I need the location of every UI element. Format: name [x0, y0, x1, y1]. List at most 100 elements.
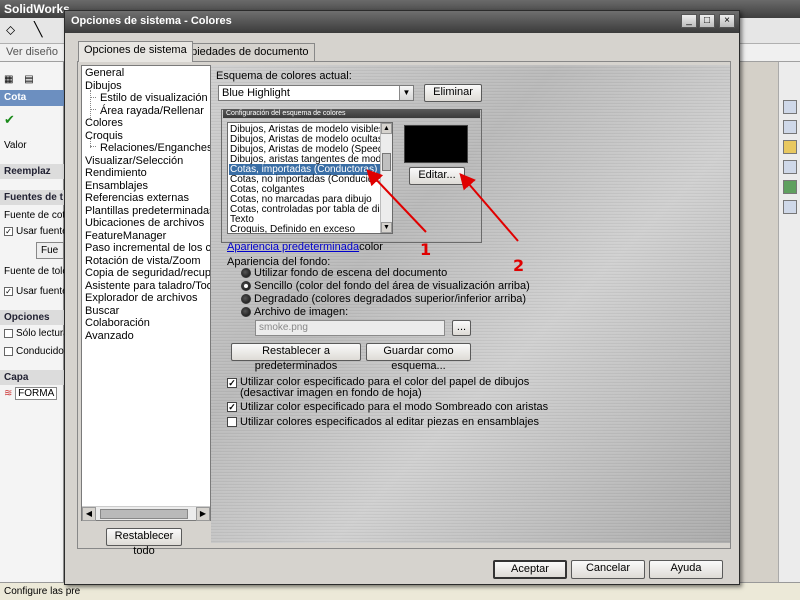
- file-explorer-icon[interactable]: [783, 140, 797, 154]
- apariencia-link-text[interactable]: Apariencia predeterminada: [227, 241, 359, 253]
- tree-hscrollbar[interactable]: ◀ ▶: [82, 506, 210, 521]
- tree-item[interactable]: Dibujos: [85, 80, 122, 92]
- conducido[interactable]: Conducido: [0, 344, 64, 359]
- cancelar-button[interactable]: Cancelar: [571, 560, 645, 579]
- scroll-down-icon[interactable]: ▼: [381, 222, 392, 233]
- restablecer-predeterminados-button[interactable]: Restablecer a predeterminados: [231, 343, 361, 372]
- panel-icons: ▦ ▤: [0, 72, 64, 87]
- conducido-label: Conducido: [16, 346, 64, 357]
- usar-fuente-1[interactable]: ✓ Usar fuente: [0, 224, 64, 239]
- papel-dibujo-checkbox[interactable]: ✓: [227, 378, 237, 388]
- tab-ver-diseno[interactable]: Ver diseño: [6, 46, 58, 58]
- layer-icon: ≋: [4, 388, 13, 399]
- color-items-list[interactable]: Dibujos, Aristas de modelo visibles Dibuj…: [227, 122, 393, 234]
- reemplazar-header[interactable]: Reemplaz: [0, 164, 64, 179]
- tree-item[interactable]: Ensamblajes: [85, 180, 148, 192]
- list-item[interactable]: Croquis, Definido en exceso: [229, 224, 381, 233]
- tree-item[interactable]: Rendimiento: [85, 167, 147, 179]
- usar-fuente-2-checkbox[interactable]: ✓: [4, 286, 13, 296]
- tree-item[interactable]: Colaboración: [85, 317, 150, 329]
- capa-header[interactable]: Capa: [0, 370, 64, 385]
- tree-item[interactable]: Rotación de vista/Zoom: [85, 255, 201, 267]
- tree-item[interactable]: Copia de seguridad/recuperar: [85, 267, 210, 279]
- task-pane-strip: [778, 62, 800, 582]
- tree-item[interactable]: Área rayada/Rellenar: [100, 105, 204, 117]
- tree-item[interactable]: Plantillas predeterminadas: [85, 205, 210, 217]
- dialog-titlebar[interactable]: Opciones de sistema - Colores: [65, 11, 739, 33]
- aceptar-button[interactable]: Aceptar: [493, 560, 567, 579]
- tree-item[interactable]: Visualizar/Selección: [85, 155, 183, 167]
- fondo-radio[interactable]: [241, 281, 251, 291]
- fuente-button[interactable]: Fue: [36, 242, 64, 259]
- scroll-right-icon[interactable]: ▶: [196, 507, 210, 521]
- tree-item[interactable]: Buscar: [85, 305, 119, 317]
- tree-item[interactable]: Asistente para taladro/Toolbox: [85, 280, 210, 292]
- opciones-header[interactable]: Opciones: [0, 310, 64, 325]
- fuente-tole-label: Fuente de tole: [4, 266, 64, 277]
- tree-item[interactable]: Referencias externas: [85, 192, 189, 204]
- tab-valor[interactable]: Valor: [0, 138, 64, 153]
- fondo-option-label: Utilizar fondo de escena del documento: [254, 267, 448, 279]
- fuentes-header[interactable]: Fuentes de t: [0, 190, 64, 205]
- conducido-checkbox[interactable]: [4, 346, 13, 356]
- close-button[interactable]: ×: [719, 14, 735, 28]
- scroll-thumb[interactable]: [100, 509, 188, 519]
- chevron-down-icon[interactable]: ▼: [399, 86, 413, 100]
- restablecer-todo-button[interactable]: Restablecer todo: [106, 528, 182, 557]
- appearances-icon[interactable]: [783, 180, 797, 194]
- capa-value[interactable]: FORMA: [15, 387, 58, 400]
- fondo-option-label: Sencillo (color del fondo del área de vi…: [254, 280, 530, 292]
- editar-button[interactable]: Editar...: [409, 167, 465, 185]
- tree-item[interactable]: Croquis: [85, 130, 123, 142]
- resources-icon[interactable]: [783, 100, 797, 114]
- minimize-button[interactable]: _: [681, 14, 697, 28]
- fondo-radio[interactable]: [241, 268, 251, 278]
- property-manager-icon[interactable]: ▤: [24, 74, 33, 85]
- tree-item[interactable]: Ubicaciones de archivos: [85, 217, 204, 229]
- eliminar-button[interactable]: Eliminar: [424, 84, 482, 102]
- solo-lectura-checkbox[interactable]: [4, 328, 13, 338]
- usar-fuente-2[interactable]: ✓ Usar fuente: [0, 284, 64, 299]
- search-icon[interactable]: [783, 160, 797, 174]
- design-library-icon[interactable]: [783, 120, 797, 134]
- ayuda-button[interactable]: Ayuda: [649, 560, 723, 579]
- list-vscrollbar[interactable]: ▲ ▼: [380, 123, 392, 233]
- sketch-tool-icon[interactable]: ⬦: [6, 22, 15, 38]
- editar-piezas-checkbox[interactable]: [227, 417, 237, 427]
- feature-tree-icon[interactable]: ▦: [4, 74, 13, 85]
- tree-item[interactable]: Explorador de archivos: [85, 292, 198, 304]
- annotation-2: 2: [513, 256, 525, 275]
- fondo-radio[interactable]: [241, 294, 251, 304]
- config-group-title: Configuración del esquema de colores: [223, 109, 480, 118]
- list-scroll-thumb[interactable]: [382, 153, 391, 171]
- tree-item[interactable]: Colores: [85, 117, 123, 129]
- property-manager-panel: ▦ ▤ Cota ✔ Valor Reemplaz Fuentes de t F…: [0, 62, 64, 582]
- status-text: Configure las pre: [4, 586, 81, 597]
- solo-lectura[interactable]: Sólo lectura: [0, 326, 64, 341]
- sombreado-aristas-checkbox[interactable]: ✓: [227, 402, 237, 412]
- fondo-option-label: Archivo de imagen:: [254, 306, 349, 318]
- usar-fuente-1-checkbox[interactable]: ✓: [4, 226, 13, 236]
- apariencia-link[interactable]: Apariencia predeterminadacolor: [227, 241, 383, 253]
- scroll-up-icon[interactable]: ▲: [381, 123, 392, 134]
- tree-item[interactable]: Avanzado: [85, 330, 134, 342]
- color-swatch: [404, 125, 468, 163]
- tree-item[interactable]: Relaciones/Enganches: [100, 142, 210, 154]
- guardar-esquema-button[interactable]: Guardar como esquema...: [366, 343, 471, 372]
- tree-item[interactable]: General: [85, 67, 124, 79]
- ok-check-icon[interactable]: ✔: [0, 110, 64, 130]
- tree-item[interactable]: FeatureManager: [85, 230, 166, 242]
- custom-props-icon[interactable]: [783, 200, 797, 214]
- tree-item[interactable]: Estilo de visualización: [100, 92, 208, 104]
- browse-button[interactable]: ...: [452, 320, 471, 336]
- line-tool-icon[interactable]: ╲: [34, 21, 42, 38]
- image-file-field[interactable]: smoke.png: [255, 320, 445, 336]
- usar-fuente-1-label: Usar fuente: [16, 226, 64, 237]
- maximize-button[interactable]: □: [699, 14, 715, 28]
- fuente-cota-label: Fuente de cota: [4, 210, 64, 221]
- scroll-left-icon[interactable]: ◀: [82, 507, 96, 521]
- esquema-combo[interactable]: Blue Highlight ▼: [218, 85, 414, 101]
- tab-opciones-sistema[interactable]: Opciones de sistema: [78, 41, 193, 62]
- tree-item[interactable]: Paso incremental de los cuadros: [85, 242, 210, 254]
- fondo-radio[interactable]: [241, 307, 251, 317]
